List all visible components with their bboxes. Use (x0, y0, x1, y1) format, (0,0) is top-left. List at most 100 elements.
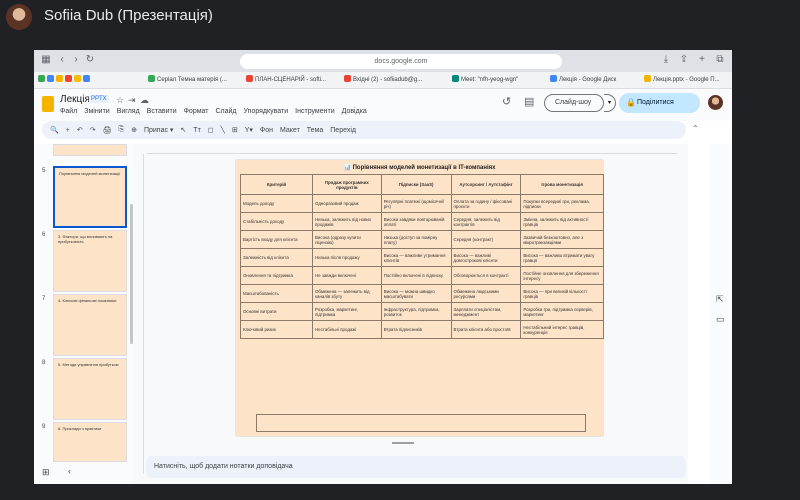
menu-file[interactable]: Файл (60, 108, 77, 115)
empty-text-box[interactable] (256, 414, 586, 432)
table-cell[interactable]: Оплата за годину / фіксовані проєкти (450, 194, 522, 213)
table-cell[interactable]: Покупки всередині гри, реклама, підписки (520, 194, 604, 213)
table-cell[interactable]: Обмежена — залежить від каналів збуту (312, 284, 382, 303)
table-cell[interactable]: Низька (доступ за помірну плату) (380, 230, 452, 249)
collapse-filmstrip-icon[interactable]: ‹ (68, 466, 71, 476)
slideshow-button[interactable]: Слайд-шоу (544, 94, 604, 112)
table-cell[interactable]: Розробка гри, підтримка серверів, маркет… (520, 302, 604, 321)
move-icon[interactable]: ⇥ (128, 95, 136, 106)
table-cell[interactable]: Висока — при великій кількості гравців (520, 284, 604, 303)
menu-arrange[interactable]: Упорядкувати (244, 108, 289, 115)
table-cell[interactable]: Середня (контракт) (450, 230, 522, 249)
table-cell[interactable]: Оновлення та підтримка (240, 266, 313, 285)
table-cell[interactable]: Розробка, маркетинг, підтримка (312, 302, 382, 321)
table-cell[interactable]: Низька, залежить від нових продажів (312, 212, 382, 231)
table-cell[interactable]: Ключовий ризик (240, 320, 313, 339)
notes-resize-handle[interactable] (392, 442, 414, 444)
comment-add-icon[interactable]: ⊞ (232, 126, 238, 134)
reload-icon[interactable]: ↻ (84, 54, 96, 66)
theme-button[interactable]: Тема (307, 127, 323, 134)
menu-slide[interactable]: Слайд (215, 108, 236, 115)
user-avatar[interactable] (708, 95, 723, 110)
table-cell[interactable]: Обговорюється в контракті (450, 266, 522, 285)
table-cell[interactable]: Залежність від клієнта (240, 248, 313, 267)
image-icon[interactable]: ◻ (208, 126, 214, 134)
zoom-fit-dropdown[interactable]: Припас ▾ (144, 126, 173, 134)
forward-icon[interactable]: › (70, 54, 82, 66)
new-slide-icon[interactable]: + (66, 127, 70, 134)
table-cell[interactable]: Втрата підписників (380, 320, 452, 339)
history-icon[interactable]: ↺ (502, 95, 511, 108)
slide-thumbnail[interactable]: 5. Методи управління прибутком (53, 358, 127, 420)
text-box-icon[interactable]: Tт (193, 127, 200, 134)
select-icon[interactable]: ↖ (180, 126, 186, 134)
comments-icon[interactable]: ▤ (524, 95, 534, 108)
table-cell[interactable]: Масштабованість (240, 284, 313, 303)
new-tab-icon[interactable]: + (696, 54, 708, 66)
cloud-status-icon[interactable]: ☁ (140, 95, 149, 106)
menu-edit[interactable]: Змінити (84, 108, 110, 115)
bookmark-item[interactable]: ПЛАН-СЦЕНАРІЙ - softi... (246, 75, 342, 86)
search-menus-icon[interactable]: 🔍 (50, 126, 59, 134)
table-cell[interactable]: Модель доходу (240, 194, 313, 213)
document-title[interactable]: Лекція (60, 94, 90, 105)
transition-button[interactable]: Перехід (330, 127, 356, 134)
table-cell[interactable]: Регулярні платежі (щомісячні/річ) (380, 194, 452, 213)
table-cell[interactable]: Нестабільний інтерес гравців, конкуренці… (520, 320, 604, 339)
back-icon[interactable]: ‹ (56, 54, 68, 66)
menu-help[interactable]: Довідка (342, 108, 367, 115)
bookmark-item[interactable]: Серіал Темна матерія (... (148, 75, 244, 86)
layout-button[interactable]: Макет (280, 127, 300, 134)
zoom-icon[interactable]: ⊕ (131, 126, 137, 134)
slide-thumbnail[interactable]: 3. Фактори, що впливають на прибутковіст… (53, 230, 127, 292)
menu-tools[interactable]: Інструменти (295, 108, 334, 115)
table-cell[interactable]: Висока завдяки повторюваній оплаті (380, 212, 452, 231)
speaker-notes[interactable]: Натисніть, щоб додати нотатки доповідача (146, 456, 686, 478)
undo-icon[interactable]: ↶ (77, 126, 83, 134)
bookmark-item[interactable]: Вхідні (2) - sofiiadub@g... (344, 75, 440, 86)
table-cell[interactable]: Змінна, залежить від активності гравців (520, 212, 604, 231)
table-cell[interactable]: Висока — можна швидко масштабувати (380, 284, 452, 303)
current-slide[interactable]: 📊 Порівняння моделей монетизації в IT-ко… (236, 160, 604, 436)
menu-insert[interactable]: Вставити (147, 108, 177, 115)
filmstrip-scrollbar[interactable] (130, 204, 133, 344)
slides-logo-icon[interactable] (42, 96, 54, 112)
table-cell[interactable]: Вартість входу для клієнта (240, 230, 313, 249)
table-cell[interactable]: Інфраструктура, підтримка, розвиток (380, 302, 452, 321)
redo-icon[interactable]: ↷ (90, 126, 96, 134)
table-cell[interactable]: Не завжди включені (312, 266, 382, 285)
table-cell[interactable]: Висока — важливо втримати увагу гравця (520, 248, 604, 267)
background-button[interactable]: Фон (260, 127, 273, 134)
bookmark-item[interactable]: Лекція.pptx - Google П... (644, 75, 730, 86)
menu-format[interactable]: Формат (184, 108, 209, 115)
slide-thumbnail-partial[interactable] (53, 144, 127, 156)
table-cell[interactable]: Нестабільні продажі (312, 320, 382, 339)
monetization-table[interactable]: Критерій Продаж програмних продуктів Підпи… (240, 174, 604, 339)
bookmark-item[interactable]: Лекція - Google Диск (550, 75, 640, 86)
collapse-toolbar-icon[interactable]: ⌃ (692, 124, 699, 133)
bookmark-icons[interactable] (38, 75, 148, 86)
share-page-icon[interactable]: ⇪ (678, 54, 690, 66)
table-cell[interactable]: Низька після продажу (312, 248, 382, 267)
table-cell[interactable]: Постійне оновлення для збереження інтере… (520, 266, 604, 285)
download-icon[interactable]: ⤓ (660, 54, 672, 66)
print-icon[interactable]: 🖨 (103, 126, 112, 134)
table-cell[interactable]: Основні витрати (240, 302, 313, 321)
table-cell[interactable]: Середня, залежить від контрактів (450, 212, 522, 231)
tabs-overview-icon[interactable]: ⧉ (714, 54, 726, 66)
input-tools-icon[interactable]: Y▾ (245, 126, 253, 134)
table-cell[interactable]: Зазвичай безкоштовно, але з мікротранзак… (520, 230, 604, 249)
slide-thumbnail[interactable]: 4. Ключові фінансові показники (53, 294, 127, 356)
table-cell[interactable]: Висока (одразу купити ліцензію) (312, 230, 382, 249)
table-cell[interactable]: Втрата клієнта або простоїв (450, 320, 522, 339)
bookmark-item[interactable]: Meet: "nfh-yeog-wgn" (452, 75, 548, 86)
share-button[interactable]: 🔒 Поділитися (619, 93, 700, 113)
sidebar-icon[interactable]: ▦ (40, 54, 52, 66)
table-cell[interactable]: Одноразовий продаж (312, 194, 382, 213)
table-cell[interactable]: Обмежена людськими ресурсами (450, 284, 522, 303)
table-cell[interactable]: Стабільність доходу (240, 212, 313, 231)
table-cell[interactable]: Постійно включені в підписку (380, 266, 452, 285)
grid-view-icon[interactable]: ⊞ (42, 467, 50, 478)
paint-format-icon[interactable]: ⎘ (118, 126, 124, 134)
table-cell[interactable]: Висока — важливі довгострокові клієнти (450, 248, 522, 267)
